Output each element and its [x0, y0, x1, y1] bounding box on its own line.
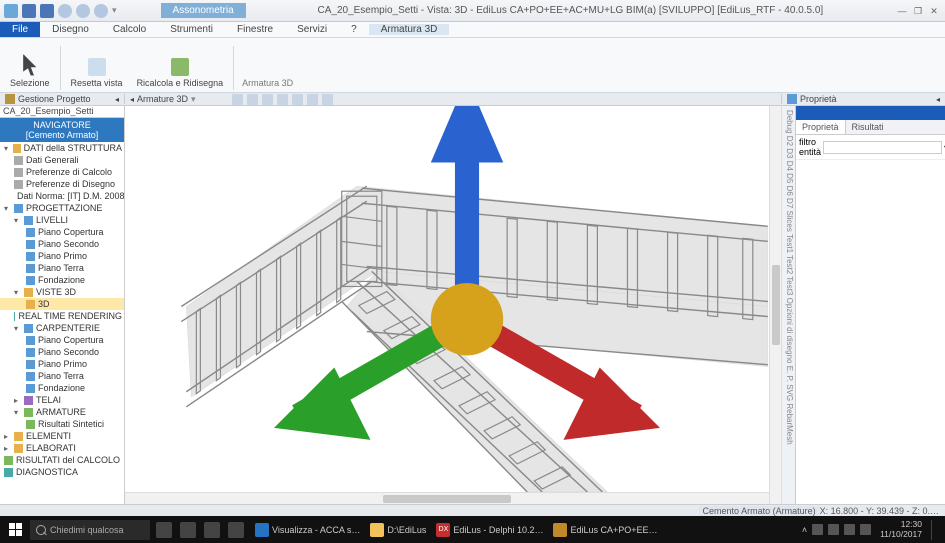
status-coords: X: 16.800 - Y: 39.439 - Z: 0.…	[820, 506, 939, 516]
app-icon	[4, 4, 18, 18]
folder-icon	[370, 523, 384, 537]
edge-icon	[255, 523, 269, 537]
taskbar-search[interactable]: Chiedimi qualcosa	[30, 520, 150, 540]
menu-calcolo[interactable]: Calcolo	[101, 24, 158, 35]
menu-disegno[interactable]: Disegno	[40, 24, 101, 35]
delphi-icon: DX	[436, 523, 450, 537]
project-sidebar: CA_20_Esempio_Setti NAVIGATORE [Cemento …	[0, 106, 125, 504]
taskbar-pin-1-icon[interactable]	[180, 522, 196, 538]
cursor-icon	[19, 54, 41, 76]
tab-risultati[interactable]: Risultati	[846, 120, 890, 134]
taskbar-clock[interactable]: 12:30 11/10/2017	[876, 520, 926, 539]
reset-view-icon	[88, 58, 106, 76]
tray-icon-1[interactable]	[812, 524, 823, 535]
save-icon[interactable]	[22, 4, 36, 18]
tree-item-3d[interactable]: 3D	[0, 298, 124, 310]
horizontal-scrollbar[interactable]	[125, 492, 769, 504]
tray-chevron-icon[interactable]: ˄	[802, 525, 807, 535]
search-icon	[36, 525, 46, 535]
menu-strumenti[interactable]: Strumenti	[158, 24, 225, 35]
project-icon	[5, 94, 15, 104]
status-context: Cemento Armato (Armature)	[699, 506, 820, 516]
edilus-icon	[553, 523, 567, 537]
recalc-icon	[171, 58, 189, 76]
tab-proprieta[interactable]: Proprietà	[796, 120, 846, 134]
menu-finestre[interactable]: Finestre	[225, 24, 285, 35]
menu-help[interactable]: ?	[339, 24, 369, 35]
ribbon-resetta-vista[interactable]: Resetta vista	[65, 56, 129, 90]
menu-armatura3d[interactable]: Armatura 3D	[369, 24, 450, 35]
menu-file[interactable]: File	[0, 22, 40, 37]
tray-icon-2[interactable]	[828, 524, 839, 535]
show-desktop-button[interactable]	[931, 520, 941, 540]
ribbon-ricalcola[interactable]: Ricalcola e Ridisegna	[131, 56, 230, 90]
task-view-icon[interactable]	[156, 522, 172, 538]
history-icon[interactable]	[94, 4, 108, 18]
view-tool-5-icon[interactable]	[292, 94, 303, 105]
axis-gizmo[interactable]	[145, 106, 769, 464]
taskbar-item-folder[interactable]: D:\EdiLus	[365, 520, 431, 540]
properties-icon	[787, 94, 797, 104]
tray-volume-icon[interactable]	[860, 524, 871, 535]
tray-network-icon[interactable]	[844, 524, 855, 535]
right-panel-title: Proprietà	[800, 94, 837, 104]
close-button[interactable]: ✕	[927, 5, 941, 17]
maximize-button[interactable]: ❐	[911, 5, 925, 17]
windows-taskbar: Chiedimi qualcosa Visualizza - ACCA s… D…	[0, 516, 945, 543]
view-tool-4-icon[interactable]	[277, 94, 288, 105]
start-button[interactable]	[3, 520, 27, 540]
nav-title: NAVIGATORE	[0, 120, 124, 130]
view-tool-2-icon[interactable]	[247, 94, 258, 105]
window-title: CA_20_Esempio_Setti - Vista: 3D - EdiLus…	[246, 5, 895, 16]
filter-input[interactable]	[823, 141, 942, 154]
viewport-side-tabs[interactable]: Debug D2 D3 D4 D5 D6 D7 Slices Test1 Tes…	[781, 106, 795, 504]
taskbar-item-edilus[interactable]: EdiLus CA+PO+EE…	[548, 520, 662, 540]
ribbon-group-label: Armatura 3D	[238, 76, 297, 90]
undo-icon[interactable]	[58, 4, 72, 18]
nav-subtitle: [Cemento Armato]	[0, 130, 124, 140]
view-tool-3-icon[interactable]	[262, 94, 273, 105]
view-tool-7-icon[interactable]	[322, 94, 333, 105]
sidebar-file-tab[interactable]: CA_20_Esempio_Setti	[0, 106, 124, 118]
save-all-icon[interactable]	[40, 4, 54, 18]
taskbar-item-edge[interactable]: Visualizza - ACCA s…	[250, 520, 365, 540]
3d-viewport[interactable]	[125, 106, 769, 492]
view-tool-6-icon[interactable]	[307, 94, 318, 105]
ribbon-selezione[interactable]: Selezione	[4, 52, 56, 90]
viewport-toolbar-label: Armature 3D	[137, 94, 188, 104]
ribbon-context-tab[interactable]: Assonometria	[161, 3, 246, 18]
taskbar-pin-3-icon[interactable]	[228, 522, 244, 538]
project-tree[interactable]: ▾DATI della STRUTTURA Dati Generali Pref…	[0, 142, 124, 504]
filter-label: filtro entità	[799, 137, 821, 157]
taskbar-pin-2-icon[interactable]	[204, 522, 220, 538]
taskbar-item-delphi[interactable]: DX EdiLus - Delphi 10.2…	[431, 520, 548, 540]
vertical-scrollbar[interactable]	[769, 106, 781, 504]
menu-servizi[interactable]: Servizi	[285, 24, 339, 35]
minimize-button[interactable]: —	[895, 5, 909, 17]
view-tool-1-icon[interactable]	[232, 94, 243, 105]
properties-content	[796, 160, 945, 504]
left-panel-title: Gestione Progetto	[18, 94, 91, 104]
redo-icon[interactable]	[76, 4, 90, 18]
